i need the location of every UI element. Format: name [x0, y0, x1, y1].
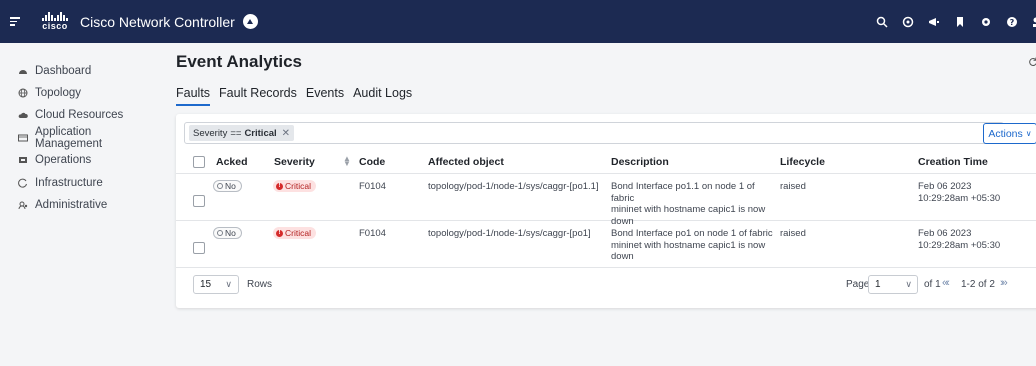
alert-icon: !	[276, 229, 283, 237]
creation-time-cell: Feb 06 2023 10:29:28am +05:30	[918, 181, 1001, 204]
first-page-icon[interactable]: «‹	[942, 277, 950, 289]
page-count-label: of 1	[924, 279, 941, 290]
user-icon[interactable]	[1032, 16, 1036, 28]
tab-bar: Faults Fault Records Events Audit Logs	[176, 86, 421, 106]
page-title: Event Analytics	[176, 52, 302, 71]
row-checkbox[interactable]	[193, 195, 205, 207]
next-page-icon[interactable]: ›»	[1000, 277, 1008, 289]
sidebar-item-infrastructure[interactable]: Infrastructure	[18, 176, 103, 190]
dashboard-icon	[18, 66, 28, 76]
code-cell: F0104	[359, 181, 386, 192]
sidebar-item-label: Infrastructure	[35, 177, 103, 189]
tab-audit-logs[interactable]: Audit Logs	[353, 86, 412, 104]
col-severity[interactable]: Severity	[274, 156, 315, 168]
code-cell: F0104	[359, 228, 386, 239]
chevron-down-icon: ∨	[225, 279, 232, 289]
tab-events[interactable]: Events	[306, 86, 344, 104]
sidebar-item-label: Administrative	[35, 199, 108, 211]
tab-fault-records[interactable]: Fault Records	[219, 86, 297, 104]
affected-object-cell[interactable]: topology/pod-1/node-1/sys/caggr-[po1.1]	[428, 181, 599, 193]
description-cell: Bond Interface po1.1 on node 1 of fabric…	[611, 181, 766, 227]
sidebar: Dashboard Topology Cloud Resources Appli…	[0, 43, 160, 366]
severity-badge: ! Critical	[273, 180, 316, 192]
chip-remove-icon[interactable]: ✕	[282, 128, 290, 139]
chip-operator: ==	[230, 127, 242, 139]
logo-text: cisco	[42, 21, 68, 31]
sidebar-item-label: Cloud Resources	[35, 109, 124, 121]
affected-object-cell[interactable]: topology/pod-1/node-1/sys/caggr-[po1]	[428, 228, 591, 240]
lifecycle-cell: raised	[780, 228, 806, 239]
rows-per-page-select[interactable]: 15 ∨	[193, 275, 239, 294]
header-icons: ?	[876, 0, 1036, 43]
col-description[interactable]: Description	[611, 156, 669, 168]
sidebar-item-administrative[interactable]: Administrative	[18, 198, 107, 212]
acked-badge: No	[213, 227, 242, 239]
table-row[interactable]: No ! Critical F0104 topology/pod-1/node-1…	[176, 175, 1036, 227]
range-label: 1-2 of 2	[961, 279, 995, 290]
announcement-icon[interactable]	[928, 16, 940, 28]
refresh-icon[interactable]	[1028, 56, 1036, 67]
sidebar-item-label: Topology	[35, 87, 82, 99]
sidebar-item-operations[interactable]: Operations	[18, 153, 91, 167]
cloud-icon	[18, 110, 28, 120]
description-cell: Bond Interface po1 on node 1 of fabric m…	[611, 228, 773, 262]
app-window-icon	[18, 133, 28, 143]
chip-field: Severity	[193, 127, 228, 139]
sidebar-item-label: Dashboard	[35, 65, 92, 77]
severity-badge: ! Critical	[273, 227, 316, 239]
pagination-bar: 15 ∨ Rows Page 1 ∨ of 1 «‹ 1-2 of 2 ›»	[176, 272, 1036, 298]
app-title: Cisco Network Controller	[80, 13, 235, 30]
faults-card: Severity == Critical ✕ ✕ Actions ∨ Acked…	[176, 114, 1036, 308]
chip-value: Critical	[244, 127, 277, 139]
filter-chip[interactable]: Severity == Critical ✕	[189, 125, 295, 141]
chevron-down-icon: ∨	[905, 279, 912, 289]
settings-icon[interactable]	[980, 16, 992, 28]
alert-icon: !	[276, 182, 283, 190]
sort-icon[interactable]: ▲ ▼	[343, 155, 351, 168]
search-icon[interactable]	[876, 16, 888, 28]
page-label: Page	[846, 279, 870, 290]
sidebar-item-topology[interactable]: Topology	[18, 86, 81, 100]
sidebar-item-dashboard[interactable]: Dashboard	[18, 64, 91, 78]
help-icon[interactable]: ?	[1006, 16, 1018, 28]
acked-badge: No	[213, 180, 242, 192]
menu-icon[interactable]	[10, 17, 20, 26]
table-header: Acked Severity ▲ ▼ Code Affected object D…	[176, 152, 1036, 174]
lifecycle-cell: raised	[780, 181, 806, 192]
bookmark-icon[interactable]	[954, 16, 966, 28]
top-header-bar: cisco Cisco Network Controller ?	[0, 0, 1036, 43]
cisco-logo: cisco	[40, 12, 70, 31]
col-code[interactable]: Code	[359, 156, 385, 168]
sidebar-item-label: Application Management	[35, 126, 103, 150]
sidebar-item-cloud-resources[interactable]: Cloud Resources	[18, 108, 123, 122]
actions-button[interactable]: Actions ∨	[983, 123, 1036, 144]
col-lifecycle[interactable]: Lifecycle	[780, 156, 825, 168]
page-number-select[interactable]: 1 ∨	[868, 275, 918, 294]
tab-faults[interactable]: Faults	[176, 86, 211, 106]
filter-bar[interactable]: Severity == Critical ✕ ✕	[184, 122, 1004, 144]
creation-time-cell: Feb 06 2023 10:29:28am +05:30	[918, 228, 1001, 251]
operations-icon	[18, 155, 28, 165]
col-affected-object[interactable]: Affected object	[428, 156, 504, 168]
admin-icon	[18, 200, 28, 210]
col-creation-time[interactable]: Creation Time	[918, 156, 988, 168]
assistant-icon[interactable]	[902, 16, 914, 28]
chevron-down-icon: ∨	[1025, 129, 1032, 138]
cloud-badge-icon	[242, 14, 258, 29]
rows-label: Rows	[247, 279, 273, 290]
col-acked[interactable]: Acked	[216, 156, 248, 168]
actions-label: Actions	[988, 127, 1023, 140]
sidebar-item-label: Operations	[35, 154, 92, 166]
row-checkbox[interactable]	[193, 242, 205, 254]
globe-icon	[18, 88, 28, 98]
infrastructure-icon	[18, 178, 28, 188]
sidebar-item-application-management[interactable]: Application Management	[18, 126, 160, 150]
svg-text:?: ?	[1010, 18, 1015, 27]
table-row[interactable]: No ! Critical F0104 topology/pod-1/node-1…	[176, 222, 1036, 268]
select-all-checkbox[interactable]	[193, 156, 205, 168]
